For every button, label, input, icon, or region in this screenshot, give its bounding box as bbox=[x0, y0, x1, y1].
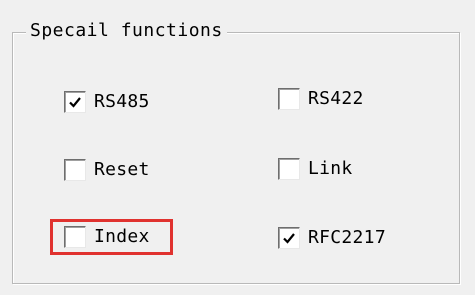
checkbox-rs485-box[interactable] bbox=[64, 91, 86, 113]
checkbox-reset-box[interactable] bbox=[64, 159, 86, 181]
checkbox-rs422-box[interactable] bbox=[278, 88, 300, 110]
checkbox-reset-label: Reset bbox=[94, 159, 150, 180]
checkbox-rfc2217-label: RFC2217 bbox=[308, 227, 386, 248]
checkmark-icon bbox=[283, 233, 295, 244]
highlight-box-index bbox=[50, 219, 173, 255]
checkbox-rs422[interactable]: RS422 bbox=[278, 86, 364, 112]
checkbox-rs485[interactable]: RS485 bbox=[64, 89, 150, 115]
checkmark-icon bbox=[69, 97, 81, 108]
checkbox-rs422-label: RS422 bbox=[308, 88, 364, 109]
checkbox-rfc2217[interactable]: RFC2217 bbox=[278, 225, 386, 251]
checkbox-link-label: Link bbox=[308, 158, 353, 179]
checkbox-link[interactable]: Link bbox=[278, 156, 353, 182]
checkbox-link-box[interactable] bbox=[278, 158, 300, 180]
checkbox-rfc2217-box[interactable] bbox=[278, 227, 300, 249]
groupbox-title: Specail functions bbox=[26, 19, 227, 43]
checkbox-rs485-label: RS485 bbox=[94, 91, 150, 112]
checkbox-reset[interactable]: Reset bbox=[64, 157, 150, 183]
